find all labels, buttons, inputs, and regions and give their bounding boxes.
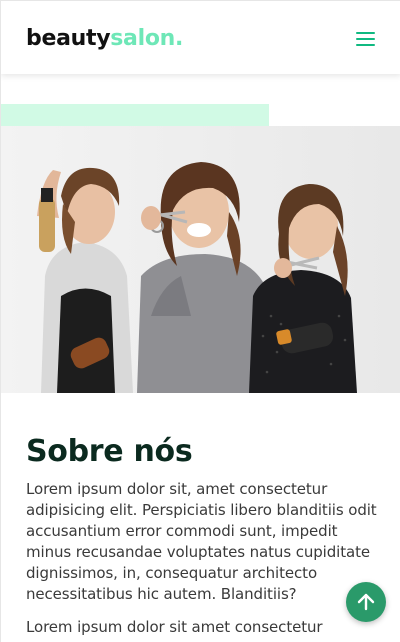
hamburger-menu-icon[interactable] — [355, 29, 377, 47]
logo-accent: salon. — [110, 26, 184, 51]
hero-photo-illustration — [1, 126, 400, 393]
arrow-up-icon — [357, 593, 375, 611]
hero-image — [1, 126, 400, 393]
logo[interactable]: beautysalon. — [26, 24, 183, 54]
menu-line — [356, 38, 375, 40]
about-paragraph-1: Lorem ipsum dolor sit, amet consectetur … — [26, 480, 377, 603]
about-title: Sobre nós — [26, 434, 193, 469]
hero-accent-bar — [1, 104, 269, 126]
logo-primary: beauty — [26, 26, 111, 51]
about-paragraph-2: Lorem ipsum dolor sit amet consectetur — [26, 618, 323, 636]
menu-line — [356, 32, 375, 34]
site-header: beautysalon. — [1, 0, 400, 74]
page: beautysalon. Sobre nós Lorem ipsum dolor… — [0, 0, 400, 642]
scroll-to-top-button[interactable] — [346, 582, 386, 622]
menu-line — [356, 44, 375, 46]
about-section: Sobre nós Lorem ipsum dolor sit, amet co… — [26, 433, 381, 638]
